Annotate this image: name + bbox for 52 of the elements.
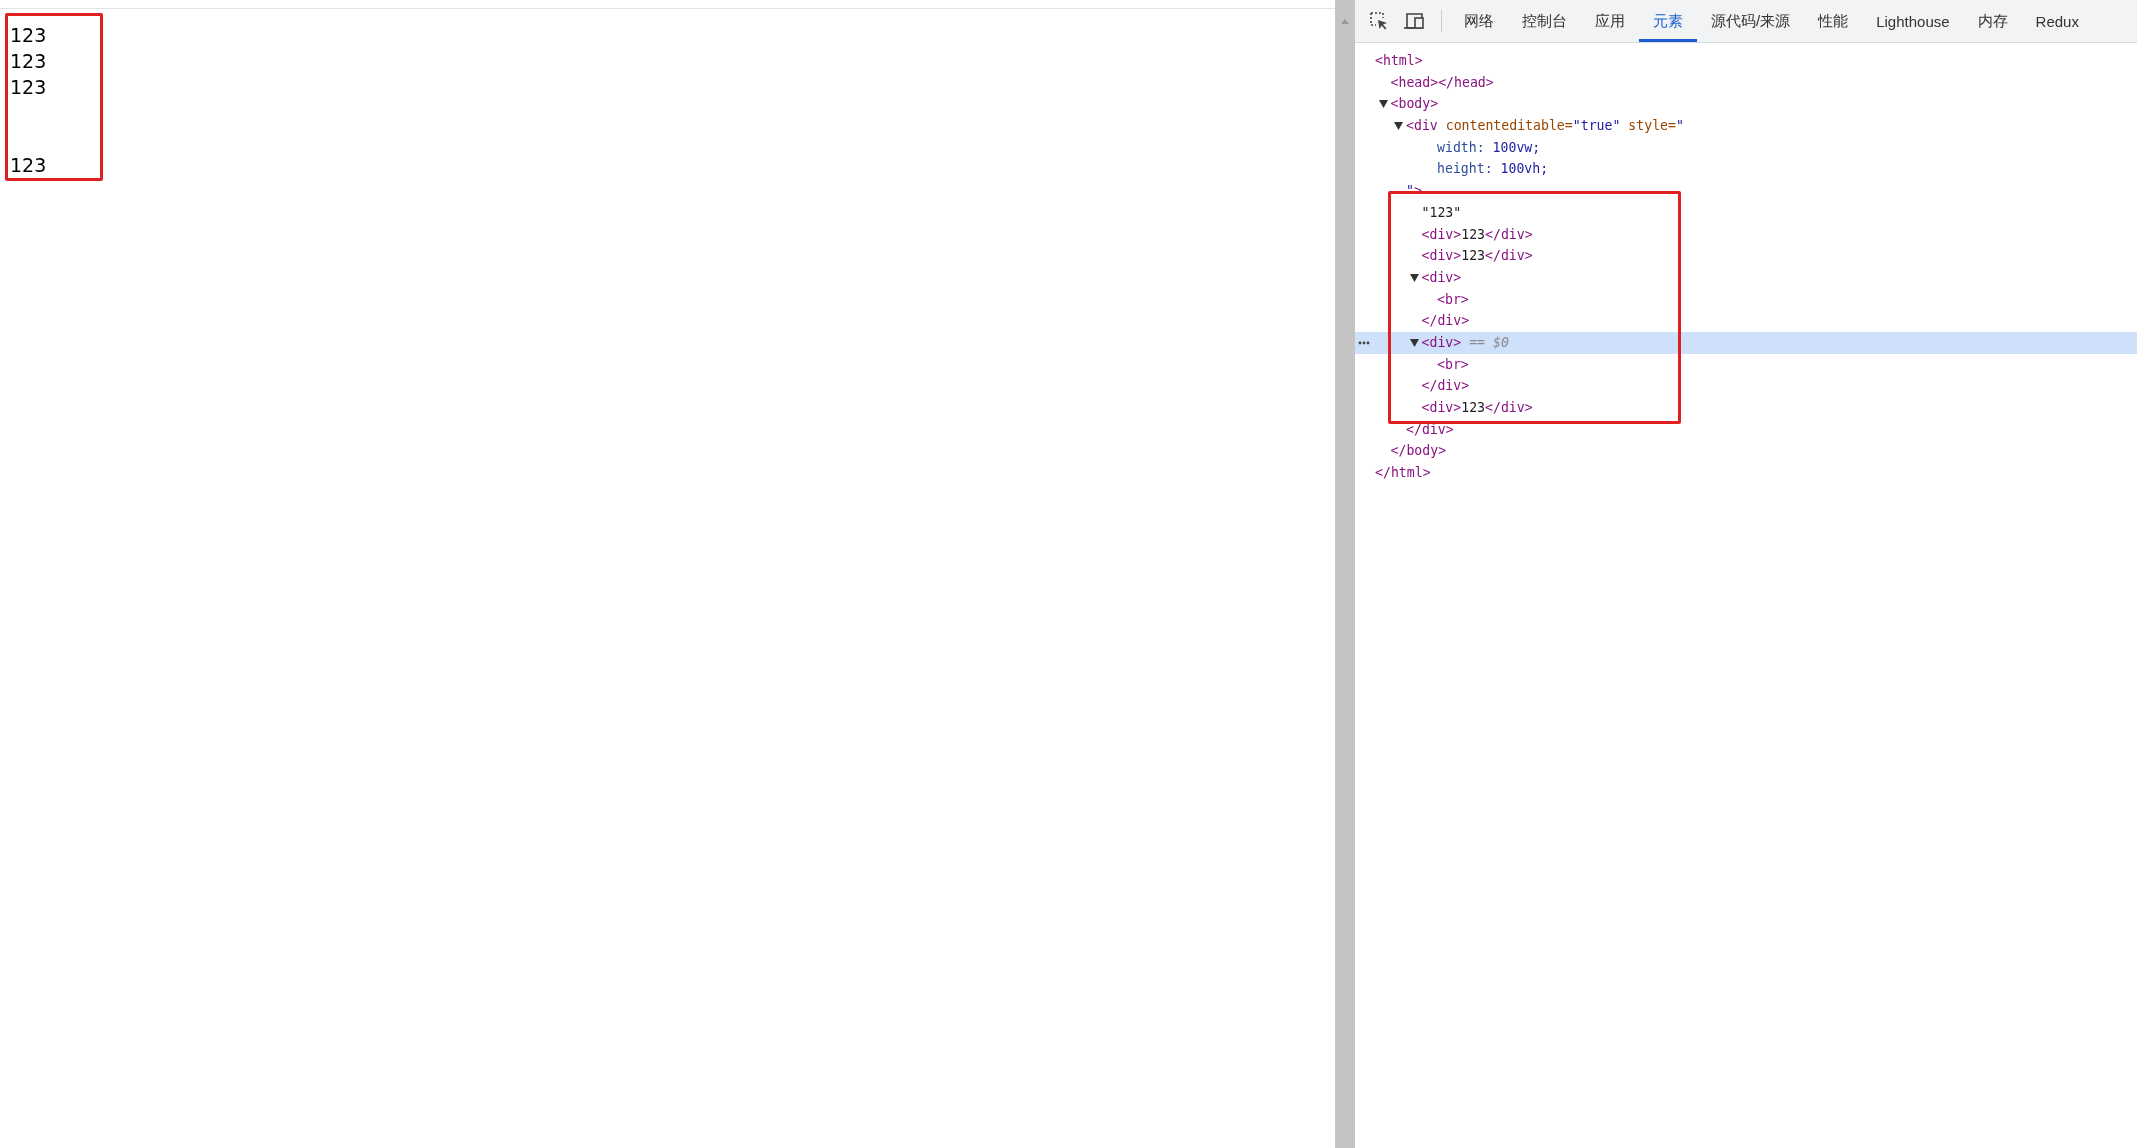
- more-icon[interactable]: [1358, 340, 1370, 345]
- panel-tab[interactable]: 应用: [1581, 0, 1639, 42]
- scrollbar[interactable]: [1335, 0, 1355, 1148]
- expand-triangle-icon[interactable]: [1394, 121, 1403, 130]
- panel-tab[interactable]: 内存: [1963, 0, 2022, 42]
- code-line: "123": [1421, 203, 1462, 222]
- code-line: height: 100vh;: [1437, 160, 1549, 179]
- tree-row[interactable]: <br>: [1355, 353, 2137, 376]
- code-line: </div>: [1421, 312, 1470, 331]
- code-line: <div> == $0: [1421, 333, 1509, 352]
- code-line: </div>: [1421, 377, 1470, 396]
- code-line: </div>: [1406, 420, 1454, 439]
- code-line: <body>: [1390, 95, 1439, 114]
- page-text: 123: [10, 75, 47, 100]
- panel-tab[interactable]: Redux: [2021, 0, 2093, 42]
- panel-tab[interactable]: 控制台: [1508, 0, 1581, 42]
- tree-row[interactable]: <body>: [1355, 93, 2137, 116]
- tree-row[interactable]: <br>: [1355, 288, 2137, 311]
- tree-row[interactable]: <html>: [1355, 50, 2137, 72]
- tree-row[interactable]: <div>123</div>: [1355, 223, 2137, 246]
- page-text: 123: [10, 153, 47, 178]
- code-line: <div>123</div>: [1421, 399, 1533, 417]
- device-icon[interactable]: [1403, 12, 1425, 30]
- inspect-icon[interactable]: [1369, 11, 1389, 31]
- code-line: width: 100vw;: [1437, 138, 1541, 157]
- code-line: <html>: [1375, 52, 1423, 70]
- panel-tab[interactable]: 网络: [1450, 0, 1508, 42]
- panel-tab[interactable]: 性能: [1804, 0, 1863, 42]
- panel-tab[interactable]: 源代码/来源: [1697, 0, 1805, 42]
- expand-triangle-icon[interactable]: [1409, 338, 1419, 347]
- tree-row[interactable]: <div>123</div>: [1355, 245, 2137, 267]
- code-line: <head></head>: [1390, 73, 1494, 92]
- code-line: <br>: [1437, 290, 1469, 309]
- tree-row[interactable]: <div contenteditable="true" style=": [1355, 115, 2137, 137]
- expand-triangle-icon[interactable]: [1378, 100, 1388, 109]
- code-line: <div>123</div>: [1421, 247, 1533, 266]
- code-line: <div>123</div>: [1421, 225, 1533, 244]
- panel-tab[interactable]: Lighthouse: [1862, 0, 1964, 42]
- tree-row[interactable]: <div> == $0: [1355, 331, 2137, 354]
- page-text: 123: [10, 23, 47, 48]
- code-line: <br>: [1437, 355, 1469, 374]
- tree-row[interactable]: "123": [1355, 201, 2137, 224]
- code-line: </body>: [1390, 442, 1447, 461]
- expand-triangle-icon[interactable]: [1409, 273, 1419, 282]
- tree-row[interactable]: <head></head>: [1355, 71, 2137, 94]
- code-line: <div contenteditable="true" style=": [1406, 117, 1684, 136]
- code-line: </html>: [1375, 464, 1431, 483]
- panel-tab[interactable]: 元素: [1639, 0, 1697, 42]
- tree-row[interactable]: <div>: [1355, 266, 2137, 289]
- page-text: 123: [10, 49, 47, 74]
- code-line: <div>: [1421, 268, 1462, 287]
- tree-row[interactable]: <div>123</div>: [1355, 397, 2137, 419]
